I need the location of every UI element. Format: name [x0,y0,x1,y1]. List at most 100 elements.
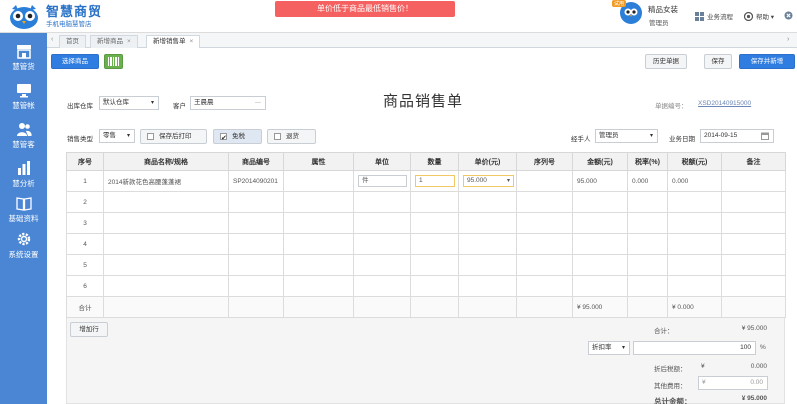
table-row: 6 [66,275,786,297]
date-field[interactable]: 2014-09-15 [700,129,774,143]
history-orders-button[interactable]: 历史单据 [645,54,687,69]
discount-type-value: 折扣率 [592,344,612,351]
tax-free-label: 免税 [232,133,245,140]
col-header: 商品名称/规格 [103,152,229,171]
tax-free-toggle[interactable]: 免税 [213,129,262,145]
price-value: 95.000 [467,177,487,184]
top-bar: 智慧商贸 手机电脑慧管店 单价低于商品最低销售价！ 试用 精品女装 管理员 业务… [0,0,797,33]
save-button[interactable]: 保存 [704,54,732,69]
table-row: 4 [66,233,786,255]
price-cell[interactable]: 95.000 ▾ [458,170,517,192]
handler-select[interactable]: 管理员 ▾ [595,129,658,143]
print-after-save-label: 保存后打印 [159,133,192,140]
save-and-new-button[interactable]: 保存并新增 [739,54,795,69]
checkbox-icon[interactable] [274,132,281,140]
col-header: 税额(元) [667,152,722,171]
table-row: 2 [66,191,786,213]
handler-value: 管理员 [599,132,619,139]
tab-close-icon[interactable]: × [127,38,131,45]
print-after-save-toggle[interactable]: 保存后打印 [140,129,207,144]
select-goods-button[interactable]: 选择商品 [51,54,99,69]
warehouse-select[interactable]: 默认仓库 ▾ [99,96,159,110]
checkbox-icon[interactable] [147,132,154,140]
price-input[interactable]: 95.000 ▾ [463,175,514,187]
warehouse-value: 默认仓库 [103,99,129,106]
customer-field[interactable]: 王晨晨 ··· [190,96,266,110]
col-header: 备注 [721,152,786,171]
add-row-button[interactable]: 增加行 [70,322,108,337]
return-goods-label: 退货 [286,133,299,140]
goods-name-cell[interactable] [103,275,229,297]
page-title: 商品销售单 [383,93,464,110]
chevron-down-icon: ▾ [126,133,130,139]
other-fee-currency: ¥ [702,379,706,386]
more-icon[interactable]: ··· [255,97,261,109]
order-no-label: 单据编号： [655,103,688,110]
tab-close-icon[interactable]: × [190,38,194,45]
goods-name-cell[interactable] [103,212,229,234]
remark-cell[interactable] [721,170,786,192]
tab-label: 新增商品 [97,38,123,45]
return-goods-toggle[interactable]: 退货 [267,129,316,144]
unit-input[interactable]: 件 [358,175,407,187]
other-fee-input[interactable]: ¥ 0.00 [698,376,768,390]
chevron-down-icon: ▾ [506,178,510,184]
qty-input[interactable]: 1 [415,175,455,187]
sidebar-item-settings[interactable]: 系统设置 [0,227,47,269]
after-discount-currency: ¥ [701,363,705,370]
table-row: 3 [66,212,786,234]
row-no: 4 [66,233,104,255]
tab-prev-icon[interactable]: ‹ [51,36,53,43]
customer-label: 客户 [173,103,186,110]
total-tax: ¥ 0.000 [667,296,722,318]
goods-name-cell[interactable] [103,233,229,255]
order-no-value[interactable]: XSD20140915000 [698,100,751,107]
tab-bar: ‹ 首页 新增商品 × 新增销售单 × › [47,33,797,48]
handler-label: 经手人 [571,136,591,143]
sidebar-item-customers[interactable]: 慧管客 [0,117,47,159]
help-icon [744,11,753,21]
sidebar-item-label: 慧管货 [12,62,35,71]
tab-new-goods[interactable]: 新增商品 × [90,35,138,48]
tab-home[interactable]: 首页 [59,35,86,48]
discount-type-select[interactable]: 折扣率 ▾ [588,341,630,355]
discount-input[interactable]: 100 [633,341,756,355]
col-header: 单价(元) [458,152,517,171]
sidebar-item-goods[interactable]: 慧管货 [0,39,47,81]
sidebar-item-accounts[interactable]: 慧管帐 [0,78,47,120]
sidebar-item-label: 系统设置 [8,250,39,259]
after-discount-label: 折后税额： [654,366,687,373]
barcode-icon [107,57,119,66]
date-label: 业务日期 [669,136,695,143]
row-no: 3 [66,212,104,234]
qty-cell[interactable]: 1 [410,170,459,192]
sales-type-label: 销售类型 [67,136,93,143]
tab-label: 首页 [66,38,79,45]
other-fee-value: 0.00 [750,379,763,386]
checkbox-checked-icon[interactable] [220,132,227,145]
sidebar-item-label: 慧管帐 [12,101,35,110]
brand-subtitle: 手机电脑慧管店 [46,21,92,28]
toolbar: 选择商品 历史单据 保存 保存并新增 [47,52,797,72]
calendar-icon[interactable] [761,132,769,140]
serial-cell[interactable] [516,170,573,192]
help-link[interactable]: 帮助 ▾ [744,11,774,21]
barcode-scan-button[interactable] [104,54,123,69]
exit-link[interactable] [784,11,793,20]
tab-new-sales-order[interactable]: 新增销售单 × [146,35,201,48]
table-header-row: 序号 商品名称/规格 商品编号 属性 单位 数量 单价(元) 序列号 金额(元)… [66,152,786,171]
goods-name-cell[interactable] [103,191,229,213]
shop-name[interactable]: 精品女装 [648,4,678,15]
attr-cell[interactable] [283,170,354,192]
goods-name-cell[interactable]: 2014新款花色高腰蓬蓬裙 [103,170,229,192]
subtotal-label: 合计： [654,328,674,335]
user-role: 管理员 [649,20,669,27]
workflow-link[interactable]: 业务流程 [695,11,733,21]
after-discount-value: 0.000 [750,363,767,370]
close-icon [784,11,793,20]
unit-cell[interactable]: 件 [353,170,411,192]
col-header: 商品编号 [228,152,284,171]
sales-type-select[interactable]: 零售 ▾ [99,129,135,143]
tab-next-icon[interactable]: › [787,36,789,43]
goods-name-cell[interactable] [103,254,229,276]
